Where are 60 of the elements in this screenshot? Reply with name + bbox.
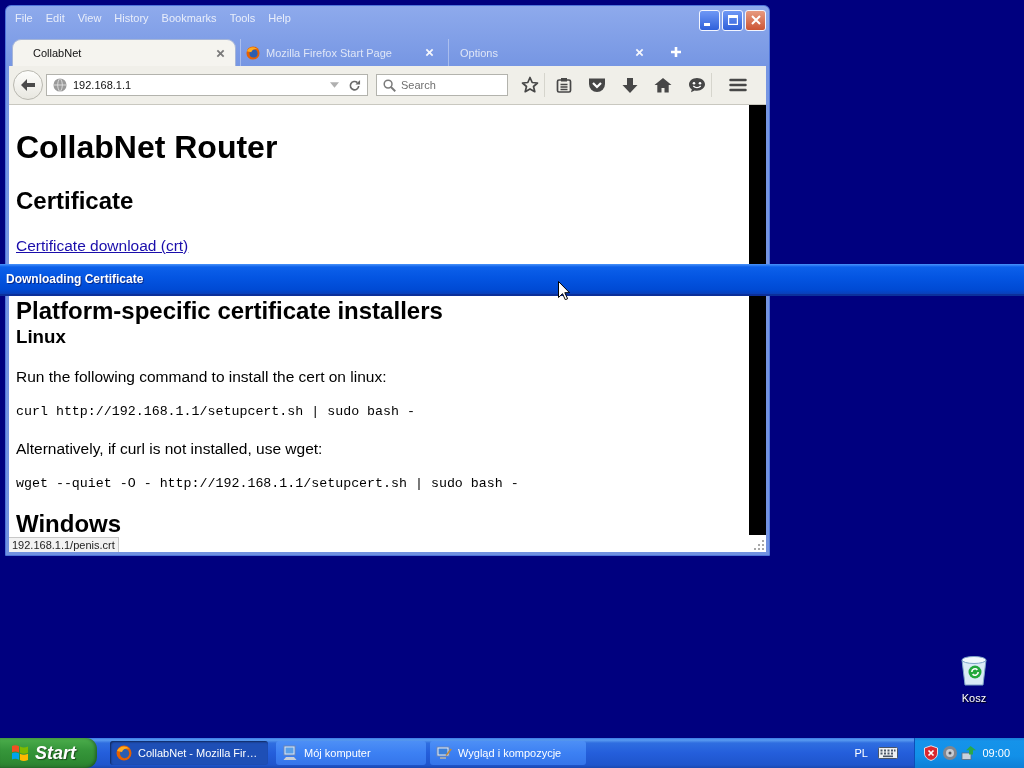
menu-item[interactable]: Edit: [45, 12, 65, 24]
paragraph: Run the following command to install the cert on linux:: [16, 367, 387, 386]
mouse-pointer-icon: [558, 281, 570, 300]
chevron-shield-icon[interactable]: [588, 77, 606, 93]
page-title: CollabNet Router: [16, 129, 278, 166]
link-status-tooltip: 192.168.1.1/penis.crt: [9, 537, 119, 552]
desktop-icon-label[interactable]: Kosz: [961, 692, 987, 704]
menu-item[interactable]: File: [15, 12, 33, 24]
computer-arrow-icon[interactable]: [961, 745, 977, 761]
minimize-icon: [704, 22, 710, 26]
section-heading: Certificate: [16, 187, 134, 215]
download-icon[interactable]: [622, 76, 638, 94]
menu-item[interactable]: View: [77, 12, 102, 24]
menu-icon[interactable]: [729, 78, 747, 92]
clipboard-icon[interactable]: [556, 77, 572, 93]
recycle-bin-icon[interactable]: [959, 654, 989, 686]
code-line: curl http://192.168.1.1/setupcert.sh | sudo bash -: [16, 404, 415, 420]
browser-logo-icon: [116, 745, 132, 761]
minimize-button[interactable]: [699, 9, 720, 31]
clock-time: 09:00: [982, 747, 1010, 759]
close-icon[interactable]: [216, 48, 225, 58]
menu-item[interactable]: Help: [268, 12, 291, 24]
paragraph: Alternatively, if curl is not installed, use wget:: [16, 439, 323, 458]
back-button[interactable]: [13, 70, 43, 100]
code-line: wget --quiet -O - http://192.168.1.1/setupcert.sh | sudo bash -: [16, 476, 519, 492]
keyboard-icon[interactable]: [878, 747, 898, 759]
menu-item[interactable]: History: [114, 12, 149, 24]
download-link[interactable]: Certificate download (crt): [16, 236, 189, 255]
start-button[interactable]: Start: [0, 738, 97, 768]
tab[interactable]: CollabNet: [12, 39, 236, 66]
menu-item[interactable]: Tools: [229, 12, 256, 24]
dialog-title: Downloading Certificate: [6, 272, 144, 286]
shield-alert-icon[interactable]: [923, 745, 939, 761]
section-heading: Windows: [16, 510, 122, 538]
taskbar-button[interactable]: Mój komputer: [276, 741, 426, 765]
display-brush-icon: [436, 745, 452, 761]
chat-smiley-icon[interactable]: [688, 77, 706, 93]
home-icon[interactable]: [654, 77, 672, 93]
section-heading: Platform-specific certificate installers: [16, 297, 443, 324]
scrollbar[interactable]: [749, 105, 766, 535]
plus-icon[interactable]: [670, 46, 682, 58]
address-field[interactable]: 192.168.1.1: [46, 74, 368, 96]
resize-grip-icon[interactable]: [753, 539, 764, 550]
menu-item[interactable]: Bookmarks: [161, 12, 217, 24]
star-icon[interactable]: [521, 76, 539, 94]
search-icon: [383, 78, 396, 92]
reload-icon[interactable]: [348, 78, 361, 92]
taskbar-button[interactable]: Wygląd i kompozycje: [430, 741, 586, 765]
close-button[interactable]: [745, 9, 766, 31]
language-indicator[interactable]: PL: [854, 747, 868, 759]
search-field[interactable]: Search: [376, 74, 508, 96]
computer-icon: [282, 745, 298, 761]
globe-icon: [53, 78, 67, 92]
arrow-left-icon: [20, 78, 36, 92]
flag-logo-icon: [10, 743, 30, 763]
subsection-heading: Linux: [16, 326, 66, 348]
maximize-icon: [727, 15, 738, 25]
close-icon: [750, 15, 761, 25]
maximize-button[interactable]: [722, 9, 743, 31]
taskbar-button[interactable]: CollabNet - Mozilla Fir…: [110, 741, 268, 765]
